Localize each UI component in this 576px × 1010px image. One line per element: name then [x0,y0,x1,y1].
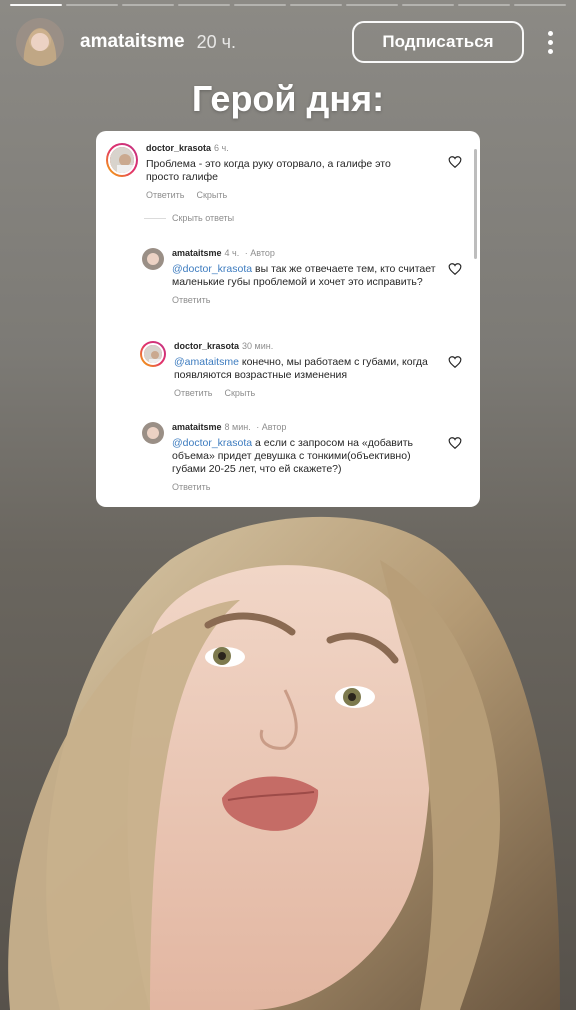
comment-item: amataitsme 4 ч. · Автор @doctor_krasota в… [142,248,440,305]
comment-time: 6 ч. [214,143,229,153]
progress-segment [290,4,342,6]
author-badge: · Автор [244,248,275,258]
mention-link[interactable]: @doctor_krasota [172,263,252,275]
comment-text: Проблема - это когда руку оторвало, а га… [146,158,391,183]
comment-item: doctor_krasota 6 ч. Проблема - это когда … [106,143,418,200]
reply-button[interactable]: Ответить [172,295,210,305]
progress-segment [178,4,230,6]
progress-segment [122,4,174,6]
hide-replies-button[interactable]: Скрыть ответы [144,213,234,223]
author-badge: · Автор [256,422,287,432]
story-title: Герой дня: [191,78,385,119]
hide-replies-label: Скрыть ответы [172,213,235,223]
progress-segment [346,4,398,6]
comment-username[interactable]: doctor_krasota [174,341,239,351]
scrollbar [474,149,477,259]
comment-username[interactable]: amataitsme [172,248,222,258]
comment-username[interactable]: amataitsme [172,422,222,432]
comment-avatar [106,143,138,177]
progress-segment [66,4,118,6]
hide-button[interactable]: Скрыть [196,190,227,200]
comment-time: 4 ч. [224,248,240,258]
story-time: 20 ч. [196,31,236,52]
hide-button[interactable]: Скрыть [224,388,255,398]
heart-outline-icon[interactable] [448,155,462,169]
comment-avatar [142,422,164,444]
avatar[interactable] [16,18,64,66]
comment-time: 8 мин. [224,422,251,432]
mention-link[interactable]: @amataitsme [174,356,239,368]
heart-outline-icon[interactable] [448,436,462,450]
mention-link[interactable]: @doctor_krasota [172,437,252,449]
progress-segment [402,4,454,6]
heart-outline-icon[interactable] [448,262,462,276]
follow-button[interactable]: Подписаться [352,21,524,63]
progress-segment [514,4,566,6]
comment-username[interactable]: doctor_krasota [146,143,211,153]
story-viewer[interactable]: amataitsme 20 ч. Подписаться Герой дня: … [0,0,576,1010]
comment-item: amataitsme 8 мин. · Автор @doctor_krasota… [142,422,440,492]
reply-button[interactable]: Ответить [172,482,210,492]
story-username[interactable]: amataitsme [80,31,185,53]
comment-avatar [142,248,164,270]
reply-button[interactable]: Ответить [174,388,212,398]
progress-segment [234,4,286,6]
more-vertical-icon[interactable] [538,30,562,54]
progress-segment [458,4,510,6]
story-progress [10,4,566,6]
heart-outline-icon[interactable] [448,355,462,369]
comment-item: doctor_krasota 30 мин. @amataitsme конечн… [140,341,440,398]
reply-button[interactable]: Ответить [146,190,184,200]
story-header: amataitsme 20 ч. Подписаться [16,14,562,70]
progress-segment [10,4,62,6]
comments-screenshot-card: doctor_krasota 6 ч. Проблема - это когда … [96,131,480,507]
comment-time: 30 мин. [242,341,274,351]
comment-avatar [140,341,166,367]
